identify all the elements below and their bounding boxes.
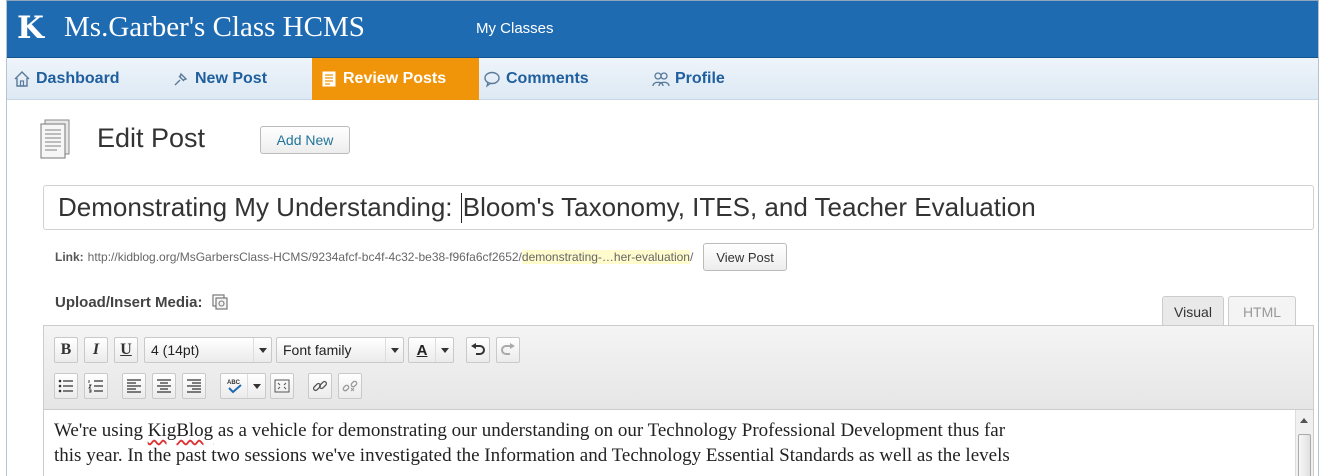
spellcheck-icon: ABC [227,380,242,394]
home-icon [14,71,30,87]
content-line-1-end: as a vehicle for demonstrating our under… [213,420,1006,441]
font-family-select[interactable]: Font family [276,337,404,363]
bold-button[interactable]: B [54,337,78,363]
undo-icon [471,343,485,355]
permalink-slug[interactable]: demonstrating-…her-evaluation [521,250,690,264]
chevron-down-icon [253,338,271,362]
site-title[interactable]: Ms.Garber's Class HCMS [64,10,365,44]
unlink-button[interactable] [338,373,362,399]
nav-profile[interactable]: Profile [652,58,725,100]
bullet-list-icon [58,379,73,393]
document-icon [322,71,336,87]
chevron-down-icon [247,374,265,398]
undo-button[interactable] [466,337,490,363]
text-color-picker[interactable]: A [408,337,454,363]
align-center-button[interactable] [152,373,176,399]
font-family-value: Font family [283,342,352,358]
content-line-1: We're using KigBlog as a vehicle for dem… [54,418,1284,443]
underline-button[interactable]: U [114,337,138,363]
tab-html[interactable]: HTML [1228,296,1296,326]
fullscreen-icon [274,379,290,393]
text-caret [460,192,462,223]
svg-text:ABC: ABC [227,380,241,386]
fullscreen-button[interactable] [270,373,294,399]
nav-dashboard-label: Dashboard [36,70,120,87]
nav-review-posts[interactable]: Review Posts [312,58,479,100]
kidblog-logo[interactable]: K [17,11,47,45]
users-icon [652,72,670,87]
numbered-list-button[interactable] [84,373,108,399]
my-classes-link[interactable]: My Classes [476,20,554,38]
add-media-icon[interactable] [211,293,229,311]
unlink-icon [342,380,358,392]
nav-review-posts-label: Review Posts [343,70,447,87]
align-left-icon [127,379,141,393]
view-post-button[interactable]: View Post [703,243,787,271]
font-size-select[interactable]: 4 (14pt) [144,337,272,363]
toolbar-row-1: B I U 4 (14pt) Font family A [54,335,526,365]
add-new-button[interactable]: Add New [260,126,350,154]
redo-icon [501,343,515,355]
redo-button[interactable] [496,337,520,363]
italic-button[interactable]: I [84,337,108,363]
misspelled-word: KigBlog [147,420,214,441]
chevron-down-icon [385,338,403,362]
link-icon [312,380,328,392]
post-editor: B I U 4 (14pt) Font family A ABC We're u… [43,325,1314,476]
post-title-text-after-caret: Bloom's Taxonomy, ITES, and Teacher Eval… [462,192,1036,222]
editor-toolbar: B I U 4 (14pt) Font family A ABC [44,326,1313,410]
browser-frame: K Ms.Garber's Class HCMS My Classes Dash… [6,0,1319,476]
editor-content[interactable]: We're using KigBlog as a vehicle for dem… [54,418,1284,468]
nav-dashboard[interactable]: Dashboard [13,58,120,100]
tab-visual[interactable]: Visual [1162,296,1224,326]
upload-media-label: Upload/Insert Media: [55,293,203,311]
align-left-button[interactable] [122,373,146,399]
align-center-icon [157,379,171,393]
nav-new-post[interactable]: New Post [172,58,267,100]
permalink-label: Link: [55,250,84,264]
page-title: Edit Post [97,123,206,153]
content-line-1-start: We're using [54,420,148,441]
comment-icon [484,71,500,88]
text-color-icon: A [416,341,428,359]
toolbar-row-2: ABC [54,371,368,401]
scrollbar-thumb[interactable] [1298,434,1311,476]
permalink-base: http://kidblog.org/MsGarbersClass-HCMS/9… [87,250,522,264]
nav-comments-label: Comments [506,70,589,87]
post-title-input[interactable]: Demonstrating My Understanding: Bloom's … [43,185,1314,230]
permalink-tail: / [689,250,694,264]
nav-bar: Dashboard New Post Review Posts Comments… [7,58,1318,100]
edit-post-icon [40,119,70,159]
top-bar: K Ms.Garber's Class HCMS My Classes [7,1,1318,58]
bullet-list-button[interactable] [54,373,78,399]
align-right-icon [187,379,201,393]
font-size-value: 4 (14pt) [151,342,200,358]
post-title-text-before-caret: Demonstrating My Understanding: [58,192,460,222]
insert-link-button[interactable] [308,373,332,399]
upload-media-row: Upload/Insert Media: [55,293,229,311]
numbered-list-icon [88,380,103,393]
nav-profile-label: Profile [675,70,725,87]
permalink-row: Link: http://kidblog.org/MsGarbersClass-… [55,243,787,271]
content-line-2: this year. In the past two sessions we'v… [54,445,1010,466]
pin-icon [174,72,188,86]
editor-scrollbar[interactable] [1295,410,1313,476]
scroll-up-arrow-icon[interactable] [1300,418,1308,423]
chevron-down-icon [435,338,453,362]
nav-comments[interactable]: Comments [483,58,589,100]
align-right-button[interactable] [182,373,206,399]
spellcheck-button[interactable]: ABC [220,373,266,399]
nav-new-post-label: New Post [195,70,268,87]
